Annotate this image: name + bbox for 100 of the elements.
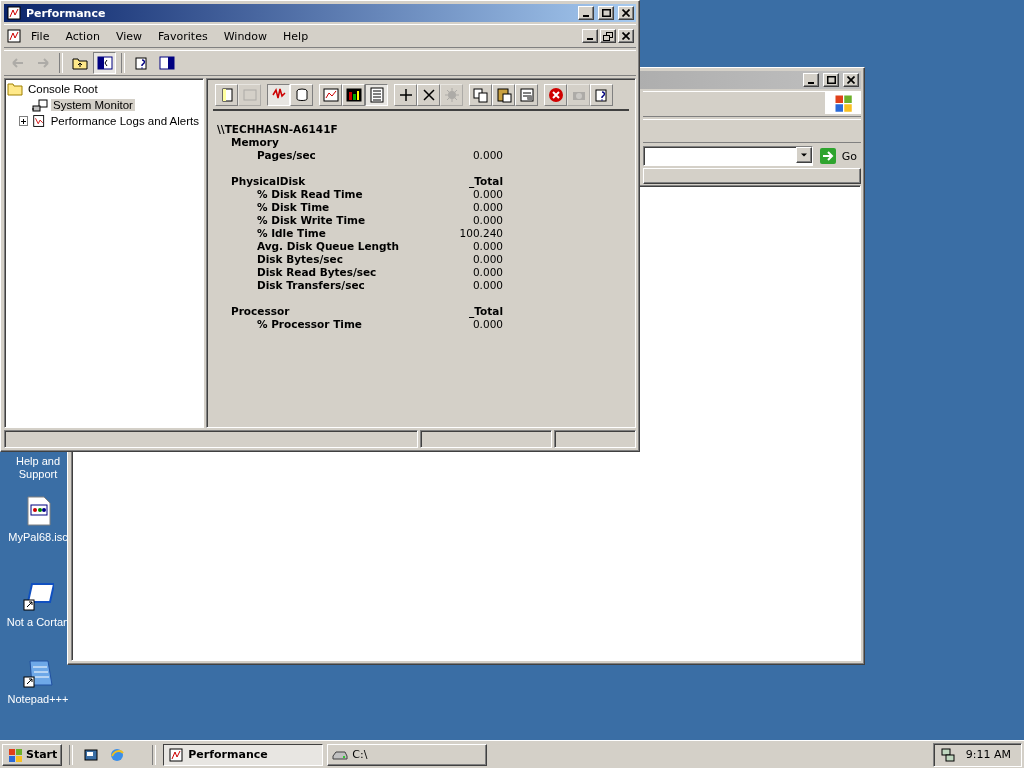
stop-icon [547,87,564,103]
log-button[interactable] [290,84,313,106]
windows-flag-icon [833,93,853,113]
folder-up-icon [71,55,88,71]
help-button[interactable] [590,84,613,106]
new-button[interactable] [215,84,238,106]
help-icon [593,87,610,103]
counter-name: Disk Transfers/sec [257,279,365,292]
counter-name: % Disk Read Time [257,188,363,201]
restore-button[interactable] [600,29,616,43]
report-button[interactable] [365,84,388,106]
sparkle-icon [443,87,460,103]
close-icon [847,76,855,84]
close-icon [420,87,437,103]
close-button[interactable] [843,73,859,87]
cylinder-icon [293,87,310,103]
menu-item[interactable]: View [108,27,149,45]
address-field[interactable] [643,146,813,166]
dropdown-button[interactable] [795,147,812,163]
computer-name: \\TECHHASN-A6141F [217,123,338,136]
bar-chart-icon [345,87,362,103]
chart-icon [322,87,339,103]
network-icon [939,746,956,763]
performance-icon [6,5,22,21]
tree-button[interactable] [93,52,116,74]
counter-value: 0.000 [472,266,503,279]
maximize-icon [826,76,836,84]
tree-item[interactable]: Performance Logs and Alerts [48,115,201,127]
tree-item[interactable]: System Monitor [51,99,135,111]
copy-button[interactable] [469,84,492,106]
minimize-button[interactable] [803,73,819,87]
object-name: PhysicalDisk [231,175,306,188]
help-icon [133,55,150,71]
chart-icon [168,746,185,763]
add-button[interactable] [394,84,417,106]
menu-item[interactable]: Favorites [151,27,215,45]
delete-button[interactable] [417,84,440,106]
desktop-icon-label[interactable]: Help and Support [8,455,68,481]
column-header[interactable] [643,168,861,184]
minimize-button[interactable] [578,6,594,20]
close-icon [622,32,630,40]
taskbar-button[interactable]: C:\ [327,743,488,766]
counter-value: 0.000 [472,318,503,331]
instance-name: _Total [469,305,503,318]
counter-name: Disk Bytes/sec [257,253,343,266]
counter-value: 0.000 [472,253,503,266]
window-shortcut-icon [22,580,54,612]
folder-icon [7,81,23,97]
go-button[interactable]: Go [814,147,861,165]
counter-name: Pages/sec [257,149,316,162]
counter-value: 0.000 [472,279,503,292]
counter-name: % Processor Time [257,318,362,331]
report-icon [368,87,385,103]
chart-icon [31,113,46,129]
counter-value: 0.000 [472,240,503,253]
counter-name: Disk Read Bytes/sec [257,266,377,279]
notepad-icon [22,657,54,689]
menu-item[interactable]: Action [58,27,107,45]
close-button[interactable] [618,6,634,20]
globe-icon [109,746,126,763]
properties-button[interactable] [515,84,538,106]
restore-icon [603,31,613,41]
close-button[interactable] [618,29,634,43]
maximize-button[interactable] [823,73,839,87]
object-name: Memory [231,136,279,149]
start-button[interactable]: Start [2,743,63,766]
clock: 9:11 AM [965,748,1011,761]
expand-toggle[interactable] [19,116,29,126]
pane-icon [96,55,113,71]
counter-value: 100.240 [459,227,503,240]
menu-item[interactable]: Window [216,27,275,45]
blank-page-icon [241,87,258,103]
pane-icon [158,55,175,71]
paste-button[interactable] [492,84,515,106]
close-icon [622,9,630,17]
tree-item[interactable]: Console Root [26,83,100,95]
menu-item[interactable]: File [24,27,57,45]
object-name: Processor [231,305,290,318]
minimize-icon [808,82,814,84]
minimize-button[interactable] [582,29,598,43]
paste-icon [495,87,512,103]
menu-item[interactable]: Help [276,27,316,45]
windows-flag-icon [7,746,23,763]
counter-value: 0.000 [472,149,503,162]
instance-name: _Total [469,175,503,188]
counter-name: % Disk Write Time [257,214,366,227]
counter-name: % Disk Time [257,201,330,214]
desktop-icon-label[interactable]: MyPal68.isc [8,531,68,544]
counter-value: 0.000 [472,188,503,201]
counter-name: Avg. Disk Queue Length [257,240,400,253]
desktop-icon-label[interactable]: Notepad+++ [7,693,69,706]
freeze-button[interactable] [544,84,567,106]
maximize-button[interactable] [598,6,614,20]
desktop-icon [83,746,100,763]
properties-icon [518,87,535,103]
taskbar-button[interactable]: Performance [163,743,324,766]
histogram-button[interactable] [342,84,365,106]
graph-button[interactable] [319,84,342,106]
current-button[interactable] [267,84,290,106]
monitor-icon [32,97,48,113]
